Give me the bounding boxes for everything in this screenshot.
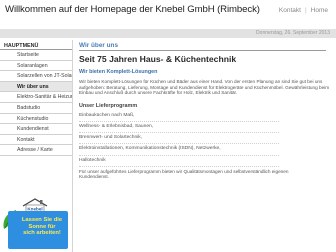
nav-link-home[interactable]: Home [311,7,328,14]
nav-separator: | [304,7,307,14]
current-date: Donnerstag, 26. September 2013 [256,30,330,36]
list-item: Hallotechnik [79,156,279,167]
intro-paragraph: Wir bieten Komplett-Lösungen für Küchen … [79,79,330,96]
site-title: Willkommen auf der Homepage der Knebel G… [5,4,260,15]
sidebar-heading: HAUPTMENÜ [0,40,72,50]
page-title: Seit 75 Jahren Haus- & Küchentechnik [79,54,237,64]
sidebar-item-wir-ueber-uns[interactable]: Wir über uns [0,81,72,93]
page-kicker: Wir über uns [79,42,326,51]
sidebar-item-kundendienst[interactable]: Kundendienst [0,124,72,135]
badge-slogan-line: sich arbeiten! [23,230,61,237]
outro-paragraph: Für unser aufgeführtes Lieferprogramm bi… [79,168,289,180]
badge-slogan-line: Lassen Sie die [21,217,63,223]
delivery-program-heading: Unser Lieferprogramm [79,102,138,109]
badge-slogan: Lassen Sie die Sonne für sich arbeiten! [16,217,68,237]
list-item: Einbauküchen nach Maß, [79,111,279,122]
sidebar-item-startseite[interactable]: Startseite [0,50,72,61]
list-item: Elektroinstallationen, Kommunikationstec… [79,144,279,156]
section-subhead: Wir bieten Komplett-Lösungen [79,69,158,75]
top-nav: Kontakt | Home [279,7,328,14]
page-header: Willkommen auf der Homepage der Knebel G… [0,0,336,26]
offer-list: Einbauküchen nach Maß, Wellness- & Erleb… [79,111,331,167]
solar-promo-badge[interactable]: Knebel Lassen Sie die Sonne für sich arb… [2,198,68,250]
sidebar-item-kuechenstudio[interactable]: Küchenstudio [0,114,72,125]
list-item: Wellness- & Erlebnisbad, Saunen, [79,122,279,134]
list-item: Brennwert- und Solartechnik, [79,133,279,145]
house-logo-icon: Knebel [22,198,48,212]
badge-slogan-line: Sonne für [28,223,56,230]
sidebar-item-adresse-karte[interactable]: Adresse / Karte [0,145,72,156]
date-bar: Donnerstag, 26. September 2013 [0,29,336,38]
sidebar-item-badstudio[interactable]: Badstudio [0,103,72,114]
sidebar-item-kontakt[interactable]: Kontakt [0,135,72,146]
sidebar-item-solarzellen[interactable]: Solarzellen von JT-Solar [0,71,72,82]
sidebar-item-elektro-sanitaer[interactable]: Elektro-Sanitär & Heizung [0,92,72,103]
sidebar-item-solaranlagen[interactable]: Solaranlagen [0,61,72,72]
nav-link-contact[interactable]: Kontakt [279,7,301,14]
main-content: Wir über uns Seit 75 Jahren Haus- & Küch… [79,40,331,252]
